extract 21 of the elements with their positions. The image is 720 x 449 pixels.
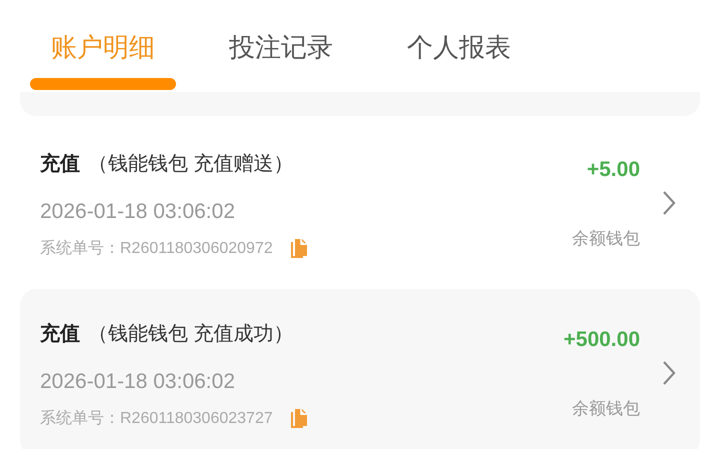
wallet-name: 余额钱包	[572, 228, 640, 250]
chevron-right-icon	[662, 360, 676, 386]
order-label: 系统单号：	[40, 238, 120, 258]
copy-icon[interactable]	[288, 238, 309, 260]
transaction-note: （钱能钱包 充值成功）	[88, 322, 294, 346]
chevron-right-icon	[662, 190, 676, 216]
order-label: 系统单号：	[40, 408, 120, 428]
copy-icon[interactable]	[288, 408, 309, 430]
tab[interactable]: 个人报表	[386, 0, 532, 90]
transaction-type: 充值	[40, 322, 80, 346]
tab[interactable]: 投注记录	[208, 0, 354, 90]
wallet-name: 余额钱包	[572, 398, 640, 420]
transaction-card[interactable]: 充值 （钱能钱包 充值成功） 2026-01-18 03:06:02 系统单号：R2601180306023727 +500.00 余额钱包	[20, 289, 700, 449]
amount: +500.00	[564, 327, 640, 353]
transaction-type: 充值	[40, 152, 80, 176]
transaction-note: （钱能钱包 充值赠送）	[88, 152, 294, 176]
transaction-time: 2026-01-18 03:06:02	[40, 368, 236, 394]
amount: +5.00	[586, 157, 640, 183]
order-number: R2601180306023727	[120, 408, 273, 428]
transaction-time: 2026-01-18 03:06:02	[40, 198, 236, 224]
order-number: R2601180306020972	[120, 238, 273, 258]
